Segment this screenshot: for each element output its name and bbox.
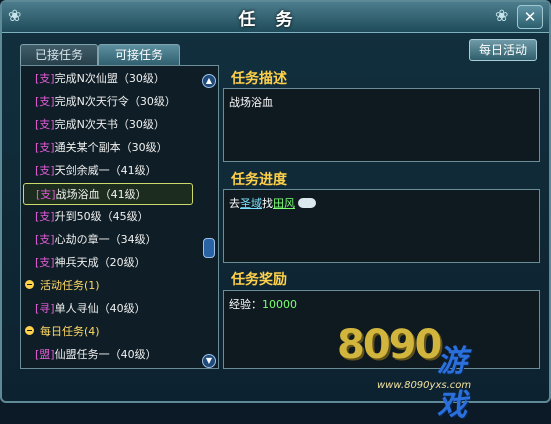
quest-list-item[interactable]: [支]完成N次天书（30级）: [35, 114, 165, 136]
quest-window: ❀ 任务 ❀ ✕ 已接任务 可接任务 每日活动 [支]完成N次仙盟（30级） […: [0, 0, 551, 423]
close-button[interactable]: ✕: [517, 5, 543, 29]
quest-list-item[interactable]: [支]天剑余威一（41级）: [35, 160, 157, 182]
progress-heading: 任务进度: [231, 172, 287, 188]
scroll-down-icon[interactable]: ▼: [202, 354, 216, 368]
ornament-icon: ❀: [495, 6, 509, 25]
quest-list-item[interactable]: [支]完成N次天行令（30级）: [35, 91, 176, 113]
quest-list-item[interactable]: [支]心劫の章一（34级）: [35, 229, 157, 251]
quest-list-item[interactable]: [寻]单人寻仙（40级）: [35, 298, 146, 320]
description-box: 战场浴血: [223, 88, 540, 162]
watermark-logo: 8090 游戏 www.8090yxs.com: [337, 322, 472, 423]
cloud-icon[interactable]: [298, 198, 316, 208]
tab-available[interactable]: 可接任务: [98, 44, 180, 65]
reward-heading: 任务奖励: [231, 272, 287, 288]
quest-list-item[interactable]: [支]神兵天成（20级）: [35, 252, 146, 274]
scroll-up-icon[interactable]: ▲: [202, 74, 216, 88]
quest-list-item[interactable]: [支]完成N次仙盟（30级）: [35, 68, 165, 90]
scroll-thumb[interactable]: [203, 238, 215, 258]
title-bar: ❀ 任务 ❀ ✕: [2, 2, 549, 33]
quest-list: [支]完成N次仙盟（30级） [支]完成N次天行令（30级） [支]完成N次天书…: [20, 65, 219, 369]
collapse-icon[interactable]: [25, 280, 34, 289]
quest-list-item-selected[interactable]: [支]战场浴血（41级）: [23, 183, 193, 205]
reward-text: 经验：10000: [229, 298, 297, 311]
category-daily[interactable]: 每日任务(4): [25, 321, 100, 343]
quest-list-item[interactable]: [支]通关某个副本（30级）: [35, 137, 168, 159]
daily-activity-button[interactable]: 每日活动: [469, 39, 537, 61]
reward-value: 10000: [262, 298, 297, 311]
progress-box: 去圣域找田风: [223, 189, 540, 263]
collapse-icon[interactable]: [25, 326, 34, 335]
category-activity[interactable]: 活动任务(1): [25, 275, 100, 297]
place-link[interactable]: 圣域: [240, 197, 262, 210]
window-title: 任务: [238, 10, 313, 30]
description-text: 战场浴血: [229, 96, 273, 109]
quest-list-item[interactable]: [支]升到50级（45级）: [35, 206, 149, 228]
description-heading: 任务描述: [231, 71, 287, 87]
quest-list-scrollbar[interactable]: ▲ ▼: [202, 70, 216, 368]
npc-link[interactable]: 田风: [273, 197, 295, 210]
tab-accepted[interactable]: 已接任务: [20, 44, 98, 65]
progress-text: 去圣域找田风: [229, 195, 316, 211]
quest-list-item[interactable]: [盟]仙盟任务一（40级）: [35, 344, 157, 366]
